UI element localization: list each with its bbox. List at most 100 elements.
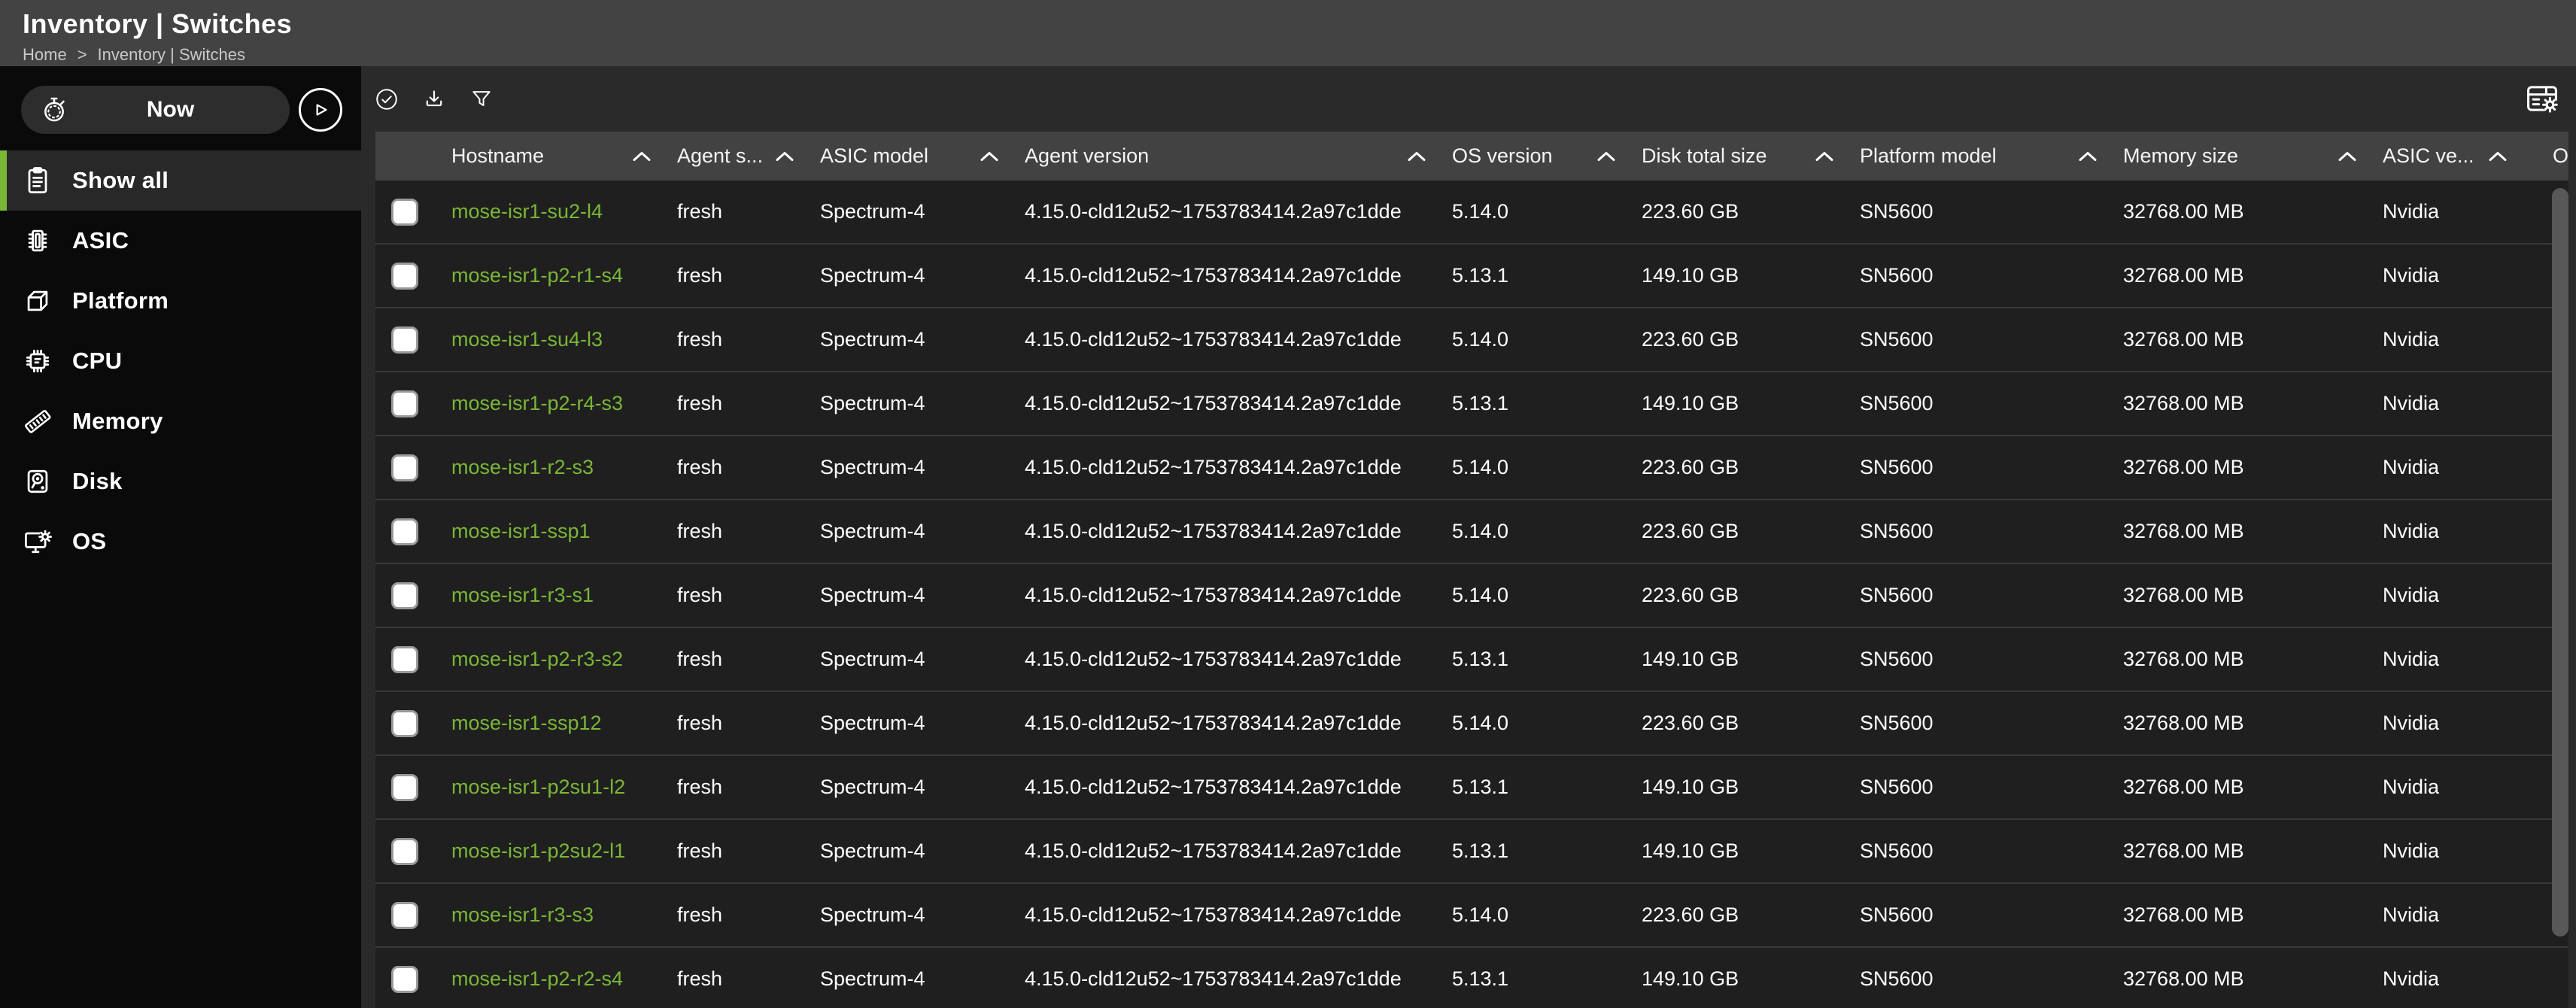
sort-ascending-icon[interactable] [980, 150, 999, 162]
sidebar-item-label: OS [72, 528, 106, 555]
cell-agent-version: 4.15.0-cld12u52~1753783414.2a97c1dde [1025, 967, 1452, 991]
cell-asic-model: Spectrum-4 [820, 584, 1025, 607]
row-checkbox[interactable] [391, 454, 418, 481]
sort-ascending-icon[interactable] [775, 150, 794, 162]
row-checkbox[interactable] [391, 966, 418, 993]
cell-agent-version: 4.15.0-cld12u52~1753783414.2a97c1dde [1025, 648, 1452, 671]
hostname-link[interactable]: mose-isr1-p2su1-l2 [451, 776, 625, 798]
filter-button[interactable] [465, 83, 498, 116]
hostname-link[interactable]: mose-isr1-r2-s3 [451, 456, 594, 478]
column-header[interactable]: Agent version [1025, 144, 1452, 168]
sort-ascending-icon[interactable] [1815, 150, 1834, 162]
cell-agent-state: fresh [677, 967, 820, 991]
hostname-link[interactable]: mose-isr1-ssp1 [451, 520, 591, 542]
sidebar-item-label: ASIC [72, 227, 129, 254]
cell-disk-total-size: 223.60 GB [1642, 584, 1860, 607]
cell-agent-state: fresh [677, 520, 820, 543]
hostname-link[interactable]: mose-isr1-r3-s3 [451, 903, 594, 926]
column-header[interactable]: Agent s... [677, 144, 820, 168]
column-header[interactable]: Disk total size [1642, 144, 1860, 168]
hostname-link[interactable]: mose-isr1-p2-r3-s2 [451, 648, 623, 670]
cell-platform-model: SN5600 [1860, 903, 2123, 927]
table-row: mose-isr1-ssp1 fresh Spectrum-4 4.15.0-c… [375, 500, 2568, 564]
cell-disk-total-size: 149.10 GB [1642, 264, 1860, 287]
hostname-link[interactable]: mose-isr1-r3-s1 [451, 584, 594, 606]
sort-ascending-icon[interactable] [632, 150, 652, 162]
breadcrumb-home[interactable]: Home [23, 45, 67, 65]
stopwatch-icon [39, 95, 69, 125]
sort-ascending-icon[interactable] [2488, 150, 2508, 162]
row-checkbox[interactable] [391, 263, 418, 290]
sidebar-item-os[interactable]: OS [0, 512, 361, 572]
play-button[interactable] [299, 88, 342, 132]
page-title: Inventory | Switches [23, 8, 2576, 40]
sidebar-item-disk[interactable]: Disk [0, 451, 361, 512]
hostname-link[interactable]: mose-isr1-ssp12 [451, 712, 602, 734]
row-checkbox[interactable] [391, 838, 418, 865]
column-header[interactable]: Platform model [1860, 144, 2123, 168]
column-header[interactable]: O [2533, 144, 2568, 168]
row-checkbox[interactable] [391, 390, 418, 417]
cell-memory-size: 32768.00 MB [2123, 903, 2383, 927]
sort-ascending-icon[interactable] [2078, 150, 2098, 162]
export-button[interactable] [418, 83, 451, 116]
sort-ascending-icon[interactable] [2338, 150, 2357, 162]
breadcrumb: Home > Inventory | Switches [23, 45, 2576, 65]
cell-agent-version: 4.15.0-cld12u52~1753783414.2a97c1dde [1025, 200, 1452, 223]
table-settings-button[interactable] [2520, 77, 2564, 120]
sidebar-item-label: Memory [72, 408, 163, 435]
row-checkbox[interactable] [391, 902, 418, 929]
hostname-link[interactable]: mose-isr1-p2-r4-s3 [451, 392, 623, 414]
content-area: Hostname Agent s... ASIC model Agent ver… [361, 66, 2576, 1008]
cell-agent-version: 4.15.0-cld12u52~1753783414.2a97c1dde [1025, 584, 1452, 607]
table-scrollbar[interactable] [2552, 181, 2568, 1008]
cell-os-version: 5.13.1 [1452, 967, 1642, 991]
sidebar-item-asic[interactable]: ASIC [0, 211, 361, 271]
cell-platform-model: SN5600 [1860, 200, 2123, 223]
time-picker-row: Now [21, 86, 361, 134]
hostname-link[interactable]: mose-isr1-su4-l3 [451, 328, 603, 351]
column-header[interactable]: ASIC model [820, 144, 1025, 168]
column-header[interactable]: OS version [1452, 144, 1642, 168]
hostname-link[interactable]: mose-isr1-p2su2-l1 [451, 839, 625, 862]
cell-agent-version: 4.15.0-cld12u52~1753783414.2a97c1dde [1025, 328, 1452, 351]
cell-agent-state: fresh [677, 839, 820, 863]
sort-ascending-icon[interactable] [1596, 150, 1616, 162]
column-header[interactable]: Hostname [451, 144, 677, 168]
cell-asic-model: Spectrum-4 [820, 712, 1025, 735]
sidebar-item-label: Disk [72, 468, 123, 495]
table-toolbar [361, 66, 2576, 132]
cell-agent-state: fresh [677, 392, 820, 415]
cell-asic-vendor: Nvidia [2383, 648, 2533, 671]
sidebar-item-memory[interactable]: Memory [0, 391, 361, 451]
cell-platform-model: SN5600 [1860, 456, 2123, 479]
cell-memory-size: 32768.00 MB [2123, 967, 2383, 991]
cell-asic-model: Spectrum-4 [820, 456, 1025, 479]
row-checkbox[interactable] [391, 518, 418, 545]
sidebar-item-cpu[interactable]: CPU [0, 331, 361, 391]
cell-platform-model: SN5600 [1860, 776, 2123, 799]
row-checkbox[interactable] [391, 582, 418, 609]
row-checkbox[interactable] [391, 326, 418, 354]
time-now-button[interactable]: Now [21, 86, 290, 134]
breadcrumb-current: Inventory | Switches [98, 45, 245, 65]
cell-asic-model: Spectrum-4 [820, 839, 1025, 863]
hostname-link[interactable]: mose-isr1-p2-r2-s4 [451, 967, 623, 990]
cell-agent-version: 4.15.0-cld12u52~1753783414.2a97c1dde [1025, 392, 1452, 415]
row-checkbox[interactable] [391, 774, 418, 801]
hostname-link[interactable]: mose-isr1-p2-r1-s4 [451, 264, 623, 287]
scrollbar-thumb[interactable] [2552, 188, 2568, 937]
hostname-link[interactable]: mose-isr1-su2-l4 [451, 200, 603, 223]
sidebar-item-platform[interactable]: Platform [0, 271, 361, 331]
validate-button[interactable] [370, 83, 403, 116]
cell-memory-size: 32768.00 MB [2123, 648, 2383, 671]
cell-platform-model: SN5600 [1860, 328, 2123, 351]
sort-ascending-icon[interactable] [1407, 150, 1426, 162]
column-header[interactable]: ASIC ve... [2383, 144, 2533, 168]
cell-agent-version: 4.15.0-cld12u52~1753783414.2a97c1dde [1025, 520, 1452, 543]
sidebar-item-show-all[interactable]: Show all [0, 150, 361, 211]
row-checkbox[interactable] [391, 710, 418, 737]
row-checkbox[interactable] [391, 199, 418, 226]
row-checkbox[interactable] [391, 646, 418, 673]
column-header[interactable]: Memory size [2123, 144, 2383, 168]
